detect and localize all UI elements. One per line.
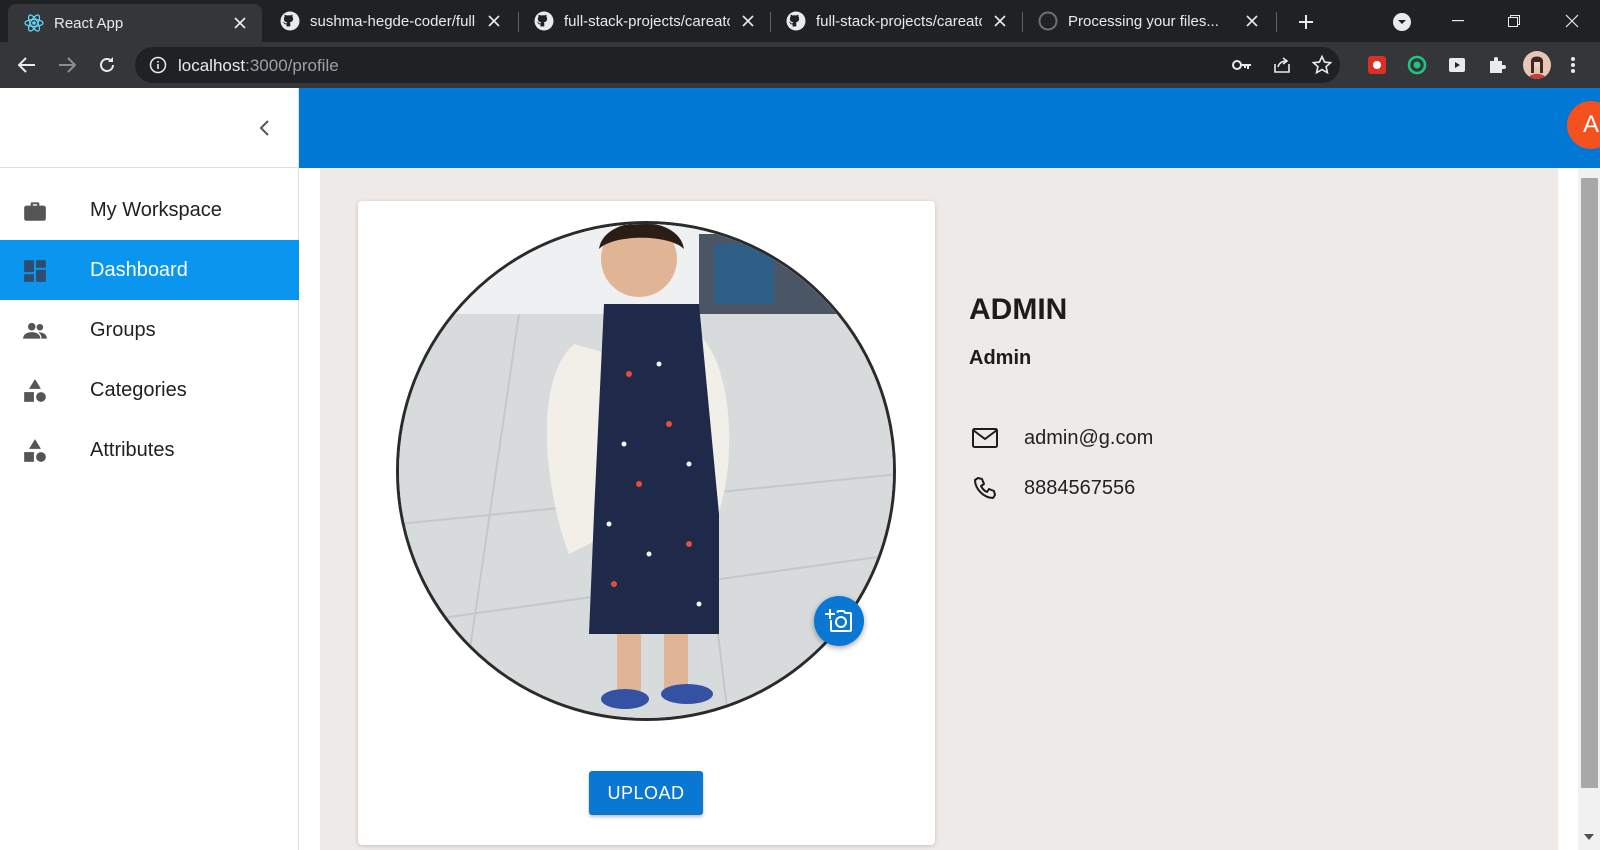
- extension-green-icon[interactable]: [1406, 54, 1428, 76]
- restore-icon[interactable]: [1486, 0, 1542, 42]
- tab-search-icon[interactable]: [1390, 10, 1414, 34]
- react-icon: [24, 13, 44, 33]
- url-text: localhost:3000/profile: [178, 56, 339, 76]
- tab-title: React App: [54, 14, 124, 32]
- scroll-down-arrow-icon[interactable]: [1582, 830, 1596, 844]
- briefcase-icon: [24, 202, 46, 221]
- sidebar-item-groups[interactable]: Groups: [0, 300, 299, 360]
- extension-red-icon[interactable]: [1366, 54, 1388, 76]
- extensions-puzzle-icon[interactable]: [1486, 54, 1508, 76]
- phone-icon: [970, 473, 1000, 503]
- browser-tab-github-1[interactable]: sushma-hegde-coder/full-: [264, 0, 516, 42]
- sidebar-item-label: Categories: [90, 379, 187, 401]
- url-host: localhost: [178, 56, 246, 75]
- profile-photo: [396, 221, 896, 721]
- category-icon: [24, 379, 46, 402]
- upload-button[interactable]: UPLOAD: [589, 771, 703, 815]
- new-tab-icon[interactable]: [1292, 8, 1320, 36]
- close-window-icon[interactable]: [1544, 0, 1600, 42]
- sidebar-item-categories[interactable]: Categories: [0, 360, 299, 420]
- dashboard-icon: [24, 260, 46, 282]
- add-photo-camera-icon: [825, 609, 852, 632]
- close-tab-icon[interactable]: [990, 11, 1010, 31]
- github-icon: [786, 11, 806, 31]
- tab-title: full-stack-projects/careato: [816, 12, 982, 30]
- reload-icon[interactable]: [93, 51, 121, 79]
- sidebar-item-dashboard[interactable]: Dashboard: [0, 240, 299, 300]
- sidebar-item-label: Attributes: [90, 439, 175, 461]
- address-bar[interactable]: localhost:3000/profile: [135, 47, 1340, 83]
- extension-video-icon[interactable]: [1446, 54, 1468, 76]
- people-icon: [23, 322, 47, 339]
- back-arrow-icon[interactable]: [13, 51, 41, 79]
- sidebar-item-label: Dashboard: [90, 259, 188, 281]
- sidebar-nav: My Workspace Dashboard Groups Categories…: [0, 180, 299, 480]
- browser-tab-strip: React App sushma-hegde-coder/full- full-…: [0, 0, 1600, 42]
- github-icon: [1038, 11, 1058, 31]
- minimize-icon[interactable]: [1430, 0, 1486, 42]
- url-path: :3000/profile: [245, 56, 339, 75]
- email-icon: [970, 423, 1000, 453]
- add-photo-camera-button[interactable]: [814, 596, 864, 646]
- profile-name: ADMIN: [969, 293, 1068, 326]
- profile-email: admin@g.com: [1024, 427, 1154, 449]
- sidebar-item-label: My Workspace: [90, 199, 222, 221]
- share-icon[interactable]: [1272, 55, 1292, 75]
- chevron-left-icon[interactable]: [252, 116, 276, 140]
- profile-avatar-icon[interactable]: [1523, 51, 1551, 79]
- github-icon: [280, 11, 300, 31]
- tab-separator: [1276, 12, 1277, 32]
- sidebar-item-label: Groups: [90, 319, 156, 341]
- browser-tab-react-app[interactable]: React App: [8, 4, 262, 42]
- browser-menu-icon[interactable]: [1562, 54, 1584, 76]
- browser-toolbar: localhost:3000/profile: [0, 42, 1600, 88]
- close-tab-icon[interactable]: [1242, 11, 1262, 31]
- sidebar-item-attributes[interactable]: Attributes: [0, 420, 299, 480]
- forward-arrow-icon[interactable]: [53, 51, 81, 79]
- sidebar: My Workspace Dashboard Groups Categories…: [0, 88, 299, 850]
- tab-title: full-stack-projects/careato: [564, 12, 730, 30]
- bookmark-star-icon[interactable]: [1312, 55, 1332, 75]
- profile-phone: 8884567556: [1024, 477, 1136, 499]
- app-bar: [299, 88, 1600, 168]
- close-tab-icon[interactable]: [484, 11, 504, 31]
- browser-tab-processing[interactable]: Processing your files...: [1022, 0, 1274, 42]
- site-info-icon[interactable]: [149, 56, 167, 74]
- close-tab-icon[interactable]: [230, 13, 250, 33]
- scrollbar-thumb[interactable]: [1581, 178, 1598, 788]
- browser-tab-github-2[interactable]: full-stack-projects/careato: [518, 0, 770, 42]
- tab-title: sushma-hegde-coder/full-: [310, 12, 476, 30]
- key-icon[interactable]: [1232, 55, 1252, 75]
- github-icon: [534, 11, 554, 31]
- tab-title: Processing your files...: [1068, 12, 1219, 30]
- sidebar-item-my-workspace[interactable]: My Workspace: [0, 180, 299, 240]
- sidebar-header: [0, 88, 298, 168]
- profile-role: Admin: [969, 347, 1032, 369]
- category-icon: [24, 439, 46, 462]
- close-tab-icon[interactable]: [738, 11, 758, 31]
- browser-tab-github-3[interactable]: full-stack-projects/careato: [770, 0, 1022, 42]
